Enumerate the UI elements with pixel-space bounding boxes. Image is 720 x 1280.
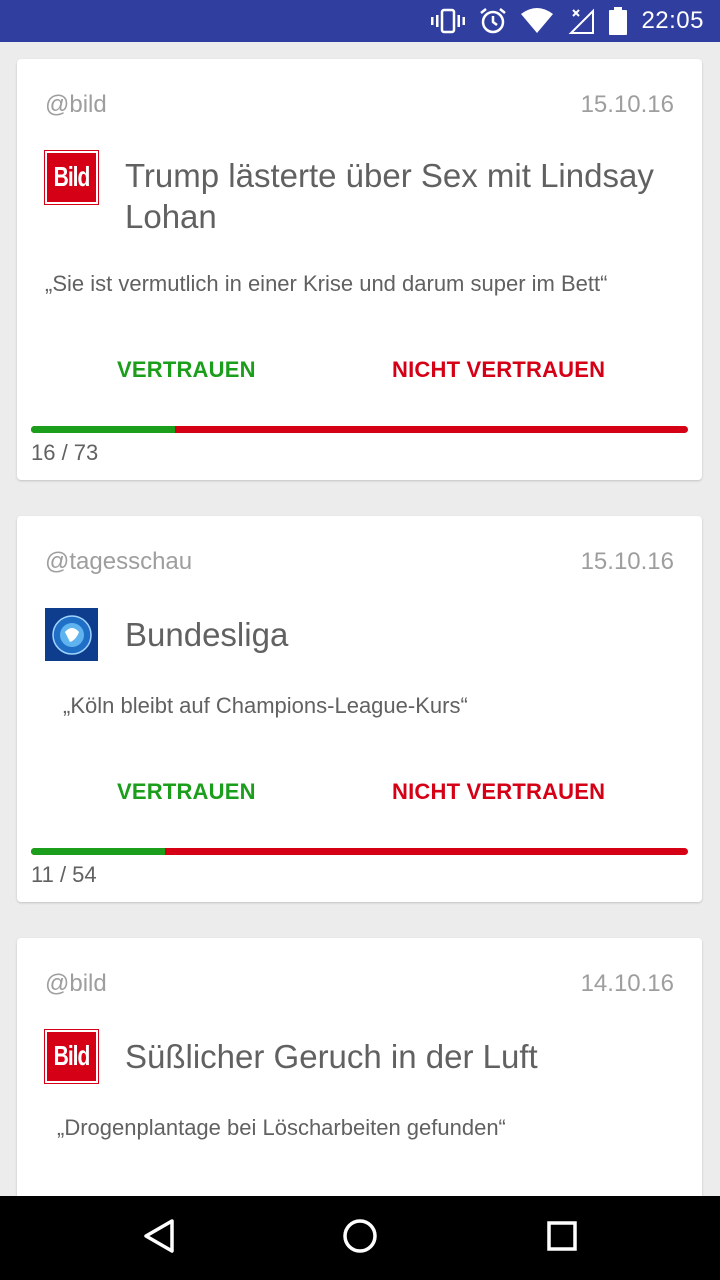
status-bar: 22:05 [0, 0, 720, 42]
alarm-icon [479, 7, 507, 35]
card-headline[interactable]: Trump lästerte über Sex mit Lindsay Loha… [125, 155, 665, 237]
tagesschau-logo [45, 608, 98, 661]
recents-button[interactable] [507, 1196, 617, 1280]
distrust-button[interactable]: NICHT VERTRAUEN [392, 779, 605, 805]
card-quote: „Köln bleibt auf Champions-League-Kurs“ [63, 693, 468, 718]
trust-button[interactable]: VERTRAUEN [117, 779, 256, 805]
clock: 22:05 [641, 7, 704, 34]
card-headline[interactable]: Süßlicher Geruch in der Luft [125, 1036, 665, 1077]
card-headline[interactable]: Bundesliga [125, 614, 665, 655]
trust-button[interactable]: VERTRAUEN [117, 357, 256, 383]
back-icon [142, 1218, 176, 1259]
card-date: 14.10.16 [580, 970, 674, 997]
home-button[interactable] [305, 1196, 415, 1280]
distrust-button[interactable]: NICHT VERTRAUEN [392, 357, 605, 383]
trust-progress-bar [31, 426, 688, 433]
trust-progress-fill [31, 848, 166, 855]
news-card[interactable]: @tagesschau 15.10.16 Bundesliga „Köln bl… [17, 516, 702, 902]
logo-text: Bild [53, 1040, 91, 1071]
battery-icon [609, 7, 628, 35]
bild-logo: Bild [44, 1029, 99, 1084]
trust-progress-fill [31, 426, 175, 433]
card-source[interactable]: @tagesschau [45, 548, 192, 576]
bild-logo: Bild [44, 150, 99, 205]
status-icons: 22:05 [431, 0, 704, 42]
wifi-icon [521, 8, 554, 34]
news-feed[interactable]: @bild 15.10.16 Bild Trump lästerte über … [0, 42, 720, 1196]
card-source[interactable]: @bild [45, 91, 107, 119]
vibrate-icon [431, 8, 466, 34]
recents-icon [546, 1220, 578, 1257]
card-quote: „Drogenplantage bei Löscharbeiten gefund… [57, 1115, 506, 1140]
vote-counts: 11 / 54 [31, 862, 97, 887]
card-date: 15.10.16 [580, 91, 674, 118]
card-quote: „Sie ist vermutlich in einer Krise und d… [45, 271, 608, 296]
logo-text: Bild [53, 161, 91, 192]
news-card[interactable]: @bild 15.10.16 Bild Trump lästerte über … [17, 59, 702, 480]
card-date: 15.10.16 [580, 548, 674, 575]
news-card[interactable]: @bild 14.10.16 Bild Süßlicher Geruch in … [17, 938, 702, 1196]
navigation-bar [0, 1196, 720, 1280]
cell-signal-icon [567, 7, 595, 35]
vote-counts: 16 / 73 [31, 440, 99, 465]
card-source[interactable]: @bild [45, 970, 107, 998]
home-icon [342, 1218, 378, 1259]
trust-progress-bar [31, 848, 688, 855]
back-button[interactable] [104, 1196, 214, 1280]
